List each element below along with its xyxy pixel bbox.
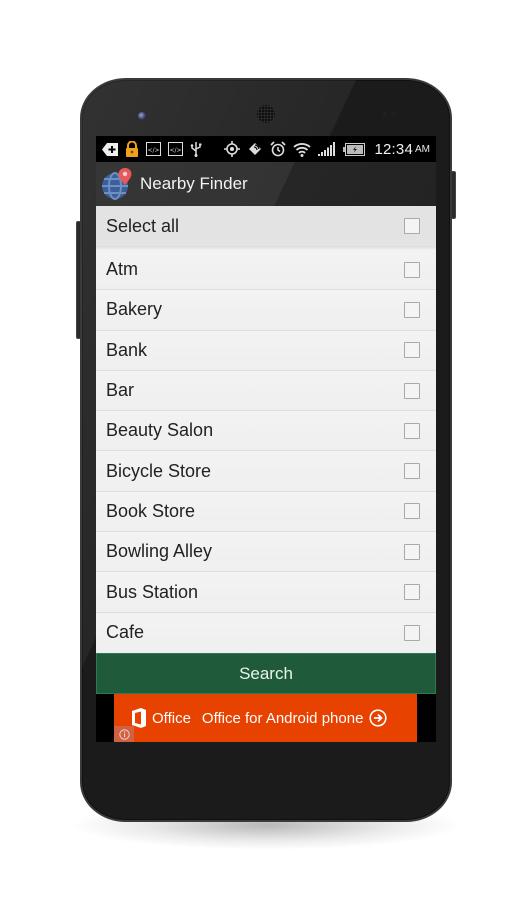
- list-item-checkbox[interactable]: [404, 543, 420, 560]
- list-item-atm[interactable]: Atm: [96, 250, 436, 291]
- svg-text:</>: </>: [147, 147, 159, 154]
- usb-icon: [190, 141, 202, 157]
- info-icon[interactable]: [114, 726, 134, 742]
- list-item-label: Bank: [106, 339, 148, 360]
- list-item-checkbox[interactable]: [404, 301, 420, 318]
- alarm-icon: [270, 141, 287, 157]
- list-item-label: Bakery: [106, 299, 163, 320]
- lock-icon: [125, 141, 139, 157]
- ad-text: Office for Android phone: [201, 709, 364, 727]
- list-item-bus-station[interactable]: Bus Station: [96, 572, 436, 613]
- list-item-checkbox[interactable]: [404, 422, 420, 439]
- wifi-icon: [293, 141, 312, 157]
- front-camera: [138, 112, 146, 120]
- clock-ampm: AM: [415, 143, 430, 155]
- arrow-circle-right-icon: [369, 709, 388, 727]
- status-bar: </> </> 12:34 AM: [96, 136, 436, 162]
- select-all-checkbox[interactable]: [404, 218, 420, 234]
- list-item-beauty-salon[interactable]: Beauty Salon: [96, 411, 436, 452]
- code-icon: </>: [168, 141, 183, 157]
- battery-charging-icon: [343, 141, 366, 157]
- list-item-book-store[interactable]: Book Store: [96, 491, 436, 533]
- signal-icon: [318, 141, 336, 157]
- list-item-bicycle-store[interactable]: Bicycle Store: [96, 451, 436, 492]
- list-item-checkbox[interactable]: [404, 342, 420, 359]
- app-title: Nearby Finder: [140, 174, 248, 193]
- category-list[interactable]: Atm Bakery Bank Bar Beauty Salon Bicycle…: [96, 246, 436, 653]
- list-item-checkbox[interactable]: [404, 463, 420, 480]
- globe-pin-icon: [100, 166, 134, 202]
- list-item-checkbox[interactable]: [404, 382, 420, 399]
- nfc-icon: [247, 141, 263, 157]
- action-bar: Nearby Finder: [96, 162, 436, 206]
- list-item-checkbox[interactable]: [404, 624, 420, 641]
- ad-banner[interactable]: Office Office for Android phone: [114, 694, 417, 742]
- select-all-label: Select all: [106, 215, 180, 236]
- list-item-label: Bicycle Store: [106, 460, 212, 481]
- list-item-label: Bowling Alley: [106, 541, 213, 562]
- gps-icon: [224, 141, 241, 157]
- list-item-checkbox[interactable]: [404, 584, 420, 601]
- list-item-label: Beauty Salon: [106, 420, 214, 441]
- list-item-label: Bus Station: [106, 581, 199, 602]
- list-item-label: Book Store: [106, 500, 196, 521]
- list-item-checkbox[interactable]: [404, 261, 420, 278]
- add-notification-icon: [102, 141, 118, 157]
- list-item-bank[interactable]: Bank: [96, 330, 436, 371]
- proximity-sensor: [382, 112, 396, 117]
- list-item-label: Cafe: [106, 622, 145, 643]
- phone-screen: </> </> 12:34 AM Nearby Finder Select al…: [96, 136, 436, 742]
- list-item-bakery[interactable]: Bakery: [96, 290, 436, 331]
- code-icon: </>: [146, 141, 161, 157]
- ad-area: Office Office for Android phone: [96, 694, 436, 742]
- list-item-label: Bar: [106, 380, 135, 401]
- list-item-bowling-alley[interactable]: Bowling Alley: [96, 532, 436, 573]
- search-button[interactable]: Search: [96, 653, 436, 694]
- earpiece-speaker: [256, 104, 276, 124]
- list-item-checkbox[interactable]: [404, 503, 420, 520]
- office-logo-icon: [132, 708, 146, 728]
- list-item-bar[interactable]: Bar: [96, 370, 436, 412]
- svg-text:</>: </>: [169, 147, 181, 154]
- list-item-cafe[interactable]: Cafe: [96, 612, 436, 653]
- ad-brand: Office: [152, 709, 191, 727]
- select-all-row[interactable]: Select all: [96, 206, 436, 246]
- list-item-label: Atm: [106, 259, 139, 280]
- clock-time: 12:34: [374, 140, 413, 158]
